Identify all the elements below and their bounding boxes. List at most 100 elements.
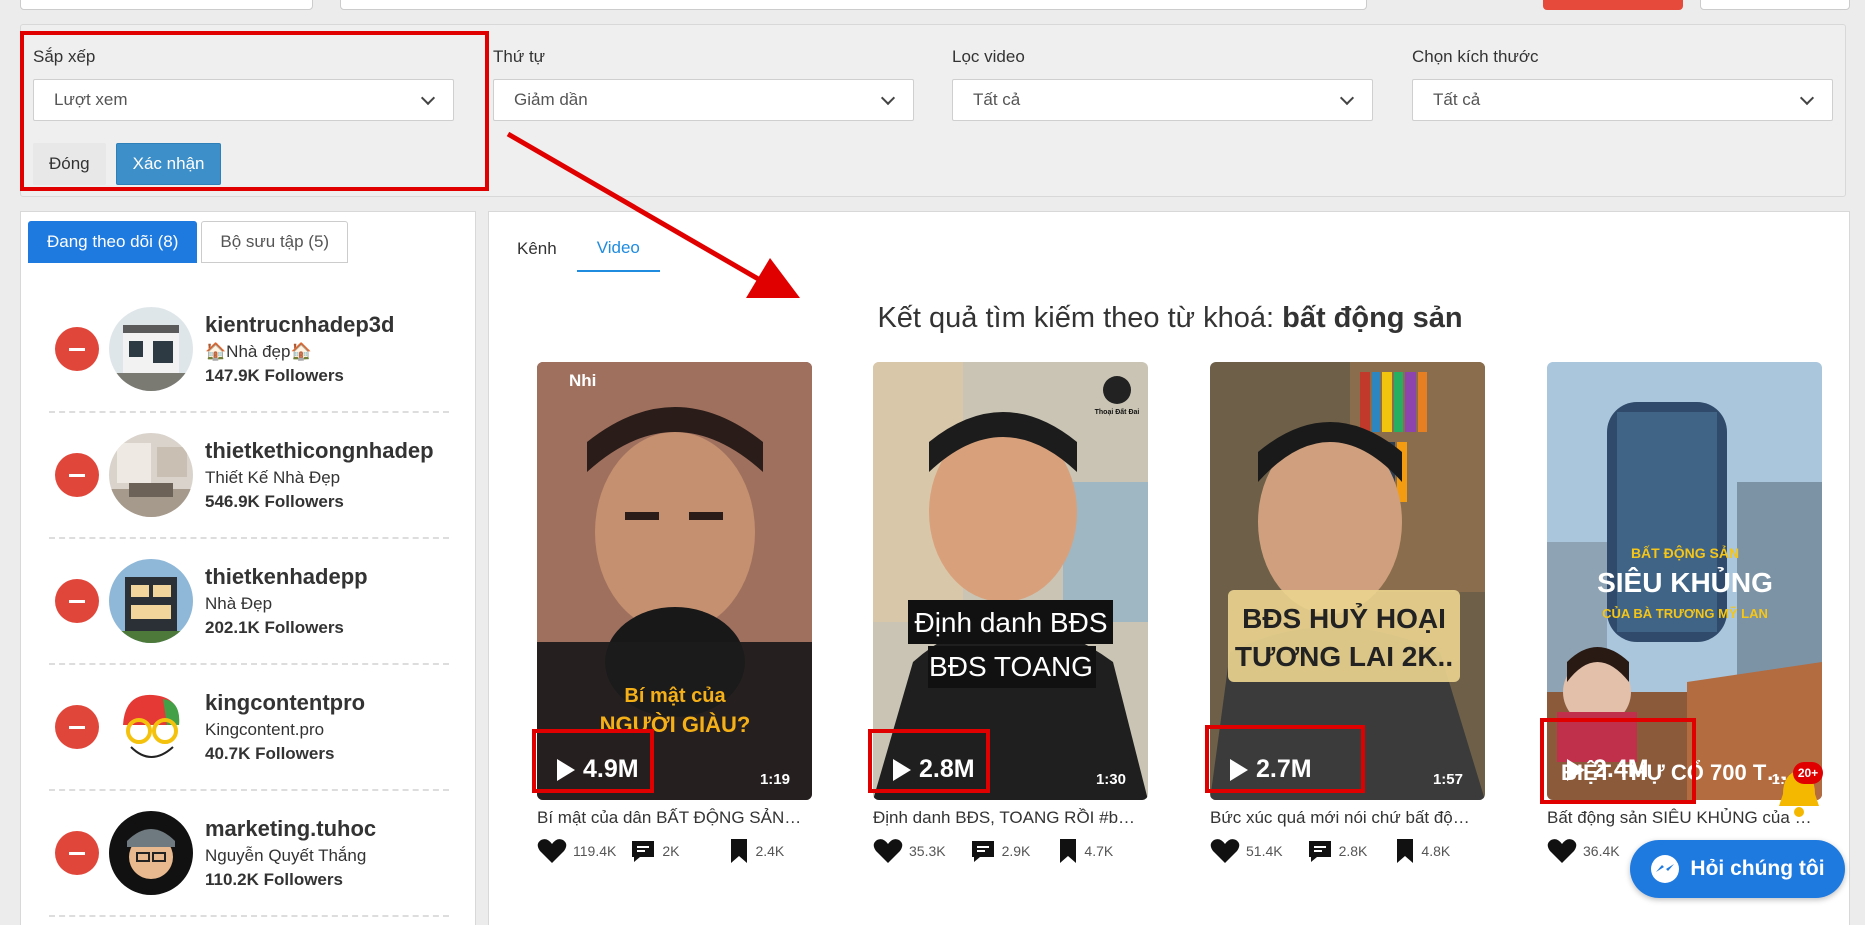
remove-button[interactable]	[55, 831, 99, 875]
list-item: thietkenhadepp Nhà Đẹp 202.1K Followers	[49, 539, 449, 665]
likes-count: 36.4K	[1583, 843, 1620, 859]
order-select[interactable]: Giảm dần	[493, 79, 914, 121]
channel-name[interactable]: marketing.tuhoc	[205, 816, 376, 842]
saves-stat: 4.8K	[1395, 838, 1450, 864]
tab-video[interactable]: Video	[576, 226, 660, 272]
video-filter-group: Lọc video Tất cả	[952, 47, 1373, 121]
tab-channel[interactable]: Kênh	[497, 226, 577, 272]
avatar[interactable]	[109, 559, 193, 643]
play-icon	[1567, 758, 1585, 781]
overlay-text: NGƯỜI GIÀU?	[600, 712, 751, 737]
video-filter-select[interactable]: Tất cả	[952, 79, 1373, 121]
notification-badge: 20+	[1793, 762, 1823, 784]
results-tabs: Kênh Video	[497, 226, 660, 272]
top-search-input[interactable]	[340, 0, 1367, 10]
bookmark-icon	[731, 839, 748, 863]
channel-info: thietkenhadepp Nhà Đẹp 202.1K Followers	[205, 564, 368, 638]
minus-icon	[69, 725, 85, 729]
confirm-button[interactable]: Xác nhận	[115, 143, 222, 185]
avatar[interactable]	[109, 811, 193, 895]
channel-name[interactable]: thietkethicongnhadep	[205, 438, 434, 464]
video-thumbnail[interactable]: BĐS HUỶ HOẠI TƯƠNG LAI 2K.. 2.7M 1:57	[1210, 362, 1485, 800]
tab-following[interactable]: Đang theo dõi (8)	[28, 221, 198, 263]
top-select[interactable]	[20, 0, 313, 10]
close-button[interactable]: Đóng	[33, 143, 106, 185]
video-title[interactable]: Bí mật của dân BẤT ĐỘNG SẢN…	[537, 808, 812, 828]
minus-icon	[69, 347, 85, 351]
video-card[interactable]: BĐS HUỶ HOẠI TƯƠNG LAI 2K.. 2.7M 1:57 Bứ…	[1210, 362, 1485, 864]
saves-count: 4.8K	[1421, 843, 1451, 859]
page-title: Kết quả tìm kiếm theo từ khoá: bất động …	[489, 302, 1851, 335]
video-duration: 1:57	[1432, 771, 1463, 788]
avatar[interactable]	[109, 433, 193, 517]
list-item: kientrucnhadep3d 🏠Nhà đẹp🏠 147.9K Follow…	[49, 287, 449, 413]
likes-stat: 36.4K	[1547, 838, 1620, 864]
chat-label: Hỏi chúng tôi	[1690, 857, 1825, 880]
minus-icon	[69, 851, 85, 855]
channel-name[interactable]: kingcontentpro	[205, 690, 365, 716]
chat-button[interactable]: Hỏi chúng tôi	[1630, 840, 1845, 898]
watermark: Nhi	[569, 371, 596, 390]
chevron-down-icon	[880, 90, 896, 105]
order-group: Thứ tự Giảm dần	[493, 47, 914, 121]
watermark: Thoại Đất Đai	[1095, 408, 1140, 416]
video-thumbnail[interactable]: Bí mật của NGƯỜI GIÀU? Nhi 4.9M 1:19	[537, 362, 812, 800]
sort-label: Sắp xếp	[33, 47, 96, 66]
comments-stat: 2K	[630, 839, 679, 863]
heart-icon	[1210, 839, 1240, 863]
filter-actions: Đóng Xác nhận	[33, 143, 222, 185]
channel-name[interactable]: thietkenhadepp	[205, 564, 368, 590]
avatar[interactable]	[109, 685, 193, 769]
remove-button[interactable]	[55, 579, 99, 623]
video-thumbnail[interactable]: Định danh BĐS BĐS TOANG Thoại Đất Đai 2.…	[873, 362, 1148, 800]
video-title[interactable]: Bức xúc quá mới nói chứ bất độ…	[1210, 808, 1485, 828]
saves-stat: 4.7K	[1058, 838, 1113, 864]
result-prefix: Kết quả tìm kiếm theo từ khoá:	[877, 302, 1283, 334]
channel-info: kingcontentpro Kingcontent.pro 40.7K Fol…	[205, 690, 365, 764]
remove-button[interactable]	[55, 705, 99, 749]
comments-count: 2K	[662, 843, 680, 859]
minus-icon	[69, 599, 85, 603]
view-count: 2.4M	[1567, 755, 1649, 784]
follower-count: 202.1K Followers	[205, 618, 344, 637]
video-card[interactable]: Bí mật của NGƯỜI GIÀU? Nhi 4.9M 1:19 Bí …	[537, 362, 812, 864]
remove-button[interactable]	[55, 453, 99, 497]
search-keyword: bất động sản	[1282, 302, 1463, 334]
top-search-button[interactable]	[1543, 0, 1683, 10]
video-thumbnail[interactable]: BẤT ĐỘNG SẢN SIÊU KHỦNG CỦA BÀ TRƯƠNG MỸ…	[1547, 362, 1822, 800]
channel-desc: 🏠Nhà đẹp🏠	[205, 342, 312, 361]
video-title[interactable]: Định danh BĐS, TOANG RỒI #b…	[873, 808, 1148, 828]
messenger-icon	[1651, 855, 1680, 883]
tab-collection[interactable]: Bộ sưu tập (5)	[201, 221, 349, 263]
order-value: Giảm dần	[514, 90, 588, 109]
following-list: kientrucnhadep3d 🏠Nhà đẹp🏠 147.9K Follow…	[49, 287, 449, 917]
overlay-text: SIÊU KHỦNG	[1597, 566, 1773, 598]
comment-icon	[1308, 841, 1331, 862]
avatar[interactable]	[109, 307, 193, 391]
follower-count: 110.2K Followers	[205, 870, 343, 889]
sort-value: Lượt xem	[54, 90, 128, 109]
top-extra-button[interactable]	[1700, 0, 1850, 10]
channel-desc: Nhà Đẹp	[205, 594, 273, 613]
channel-desc: Thiết Kế Nhà Đẹp	[205, 468, 341, 487]
likes-stat: 35.3K	[873, 838, 946, 864]
overlay-text: BĐS TOANG	[929, 651, 1093, 682]
overlay-text: BẤT ĐỘNG SẢN	[1631, 544, 1739, 561]
comments-count: 2.8K	[1338, 843, 1368, 859]
video-stats: 35.3K 2.9K 4.7K	[873, 838, 1148, 864]
remove-button[interactable]	[55, 327, 99, 371]
channel-name[interactable]: kientrucnhadep3d	[205, 312, 394, 338]
video-filter-label: Lọc video	[952, 47, 1025, 66]
play-icon	[893, 758, 911, 781]
sort-select[interactable]: Lượt xem	[33, 79, 454, 121]
views-value: 4.9M	[583, 755, 639, 783]
saves-count: 2.4K	[755, 843, 785, 859]
bookmark-icon	[1397, 839, 1414, 863]
heart-icon	[537, 839, 567, 863]
view-count: 2.7M	[1230, 755, 1312, 784]
size-select[interactable]: Tất cả	[1412, 79, 1833, 121]
following-sidebar: Đang theo dõi (8) Bộ sưu tập (5) kientru…	[20, 211, 476, 925]
video-card[interactable]: Định danh BĐS BĐS TOANG Thoại Đất Đai 2.…	[873, 362, 1148, 864]
chevron-down-icon	[1799, 90, 1815, 105]
views-value: 2.4M	[1593, 755, 1649, 783]
